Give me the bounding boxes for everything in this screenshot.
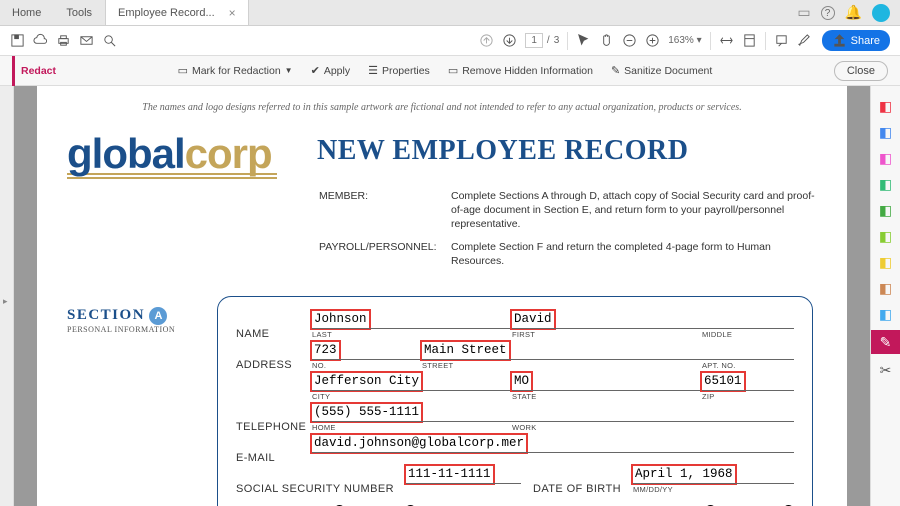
field-apt-no[interactable] bbox=[702, 342, 794, 359]
apply-button[interactable]: ✔Apply bbox=[311, 64, 350, 77]
search-icon[interactable] bbox=[102, 33, 117, 48]
page-down-icon[interactable] bbox=[502, 33, 517, 48]
cloud-icon[interactable] bbox=[33, 33, 48, 48]
highlight-icon[interactable] bbox=[797, 33, 812, 48]
page-sep: / bbox=[547, 35, 550, 46]
field-street-no[interactable]: 723 bbox=[312, 342, 339, 359]
sanitize-button[interactable]: ✎Sanitize Document bbox=[611, 64, 712, 77]
rp-export-pdf-icon[interactable]: ◧ bbox=[878, 98, 894, 114]
document-title: NEW EMPLOYEE RECORD bbox=[317, 135, 817, 167]
rp-compress-icon[interactable]: ◧ bbox=[878, 228, 894, 244]
section-a-heading: SECTION A PERSONAL INFORMATION bbox=[67, 306, 197, 506]
tab-home[interactable]: Home bbox=[0, 0, 54, 25]
left-panel-toggle[interactable] bbox=[0, 86, 14, 506]
tab-close-icon[interactable]: × bbox=[229, 6, 236, 20]
field-city[interactable]: Jefferson City bbox=[312, 373, 421, 390]
hand-icon[interactable] bbox=[599, 33, 614, 48]
main-toolbar: 1 / 3 163% ▾ Share bbox=[0, 26, 900, 56]
remove-hidden-button[interactable]: ▭Remove Hidden Information bbox=[448, 64, 593, 77]
label-address: ADDRESS bbox=[236, 359, 312, 371]
main-area: The names and logo designs referred to i… bbox=[0, 86, 900, 506]
save-icon[interactable] bbox=[10, 33, 25, 48]
redact-toolbar: Redact ▭Mark for Redaction ▼ ✔Apply ☰Pro… bbox=[0, 56, 900, 86]
document-viewport[interactable]: The names and logo designs referred to i… bbox=[14, 86, 870, 506]
share-icon bbox=[832, 33, 847, 48]
tab-document-label: Employee Record... bbox=[118, 7, 215, 19]
form-section-a: NAME Johnson LAST David FIRST bbox=[217, 296, 813, 506]
fit-width-icon[interactable] bbox=[719, 33, 734, 48]
field-tel-work[interactable] bbox=[512, 404, 794, 421]
rp-edit-pdf-icon[interactable]: ◧ bbox=[878, 150, 894, 166]
share-button[interactable]: Share bbox=[822, 30, 890, 51]
field-state[interactable]: MO bbox=[512, 373, 531, 390]
field-dob[interactable]: April 1, 1968 bbox=[633, 466, 735, 483]
rp-create-pdf-icon[interactable]: ◧ bbox=[878, 124, 894, 140]
print-icon[interactable] bbox=[56, 33, 71, 48]
share-label: Share bbox=[851, 35, 880, 47]
rp-comment-icon[interactable]: ◧ bbox=[878, 254, 894, 270]
label-name: NAME bbox=[236, 328, 312, 340]
redact-title: Redact bbox=[12, 56, 56, 86]
rp-combine-icon[interactable]: ◧ bbox=[878, 176, 894, 192]
instructions: MEMBER:Complete Sections A through D, at… bbox=[317, 187, 817, 276]
tab-document[interactable]: Employee Record... × bbox=[105, 0, 249, 25]
window-tab-bar: Home Tools Employee Record... × ▭ ? 🔔 bbox=[0, 0, 900, 26]
field-middle-name[interactable] bbox=[702, 311, 794, 328]
label-dob: DATE OF BIRTH bbox=[533, 483, 633, 495]
pointer-icon[interactable] bbox=[576, 33, 591, 48]
page-up-icon[interactable] bbox=[479, 33, 494, 48]
field-first-name[interactable]: David bbox=[512, 311, 554, 328]
rp-more-icon[interactable]: ✂ bbox=[878, 362, 894, 378]
field-ssn[interactable]: 111-11-1111 bbox=[406, 466, 493, 483]
note-icon[interactable] bbox=[774, 33, 789, 48]
field-street[interactable]: Main Street bbox=[422, 342, 509, 359]
rp-sign-icon[interactable]: ✎ bbox=[871, 330, 900, 354]
mail-icon[interactable] bbox=[79, 33, 94, 48]
label-email: E-MAIL bbox=[236, 452, 312, 464]
bell-icon[interactable]: 🔔 bbox=[845, 4, 862, 21]
avatar[interactable] bbox=[872, 4, 890, 22]
field-tel-home[interactable]: (555) 555-1111 bbox=[312, 404, 421, 421]
label-ssn: SOCIAL SECURITY NUMBER bbox=[236, 483, 406, 495]
page-indicator: 1 / 3 bbox=[525, 33, 559, 48]
redact-close-button[interactable]: Close bbox=[834, 61, 888, 81]
zoom-out-icon[interactable] bbox=[622, 33, 637, 48]
zoom-value[interactable]: 163% ▾ bbox=[668, 35, 701, 46]
page-total: 3 bbox=[554, 35, 560, 46]
page-current[interactable]: 1 bbox=[525, 33, 543, 48]
field-zip[interactable]: 65101 bbox=[702, 373, 744, 390]
label-telephone: TELEPHONE bbox=[236, 421, 312, 433]
comment-icon[interactable]: ▭ bbox=[797, 4, 810, 21]
field-last-name[interactable]: Johnson bbox=[312, 311, 369, 328]
properties-button[interactable]: ☰Properties bbox=[368, 64, 430, 77]
document-page: The names and logo designs referred to i… bbox=[37, 86, 847, 506]
mark-for-redaction-button[interactable]: ▭Mark for Redaction ▼ bbox=[178, 64, 293, 77]
tab-tools[interactable]: Tools bbox=[54, 0, 105, 25]
zoom-in-icon[interactable] bbox=[645, 33, 660, 48]
rp-fill-sign-icon[interactable]: ◧ bbox=[878, 280, 894, 296]
company-logo: globalcorp bbox=[67, 135, 277, 179]
disclaimer-text: The names and logo designs referred to i… bbox=[67, 102, 817, 113]
rp-organize-icon[interactable]: ◧ bbox=[878, 202, 894, 218]
help-icon[interactable]: ? bbox=[821, 6, 835, 20]
rp-protect-icon[interactable]: ◧ bbox=[878, 306, 894, 322]
right-tool-panel: ◧ ◧ ◧ ◧ ◧ ◧ ◧ ◧ ◧ ✎ ✂ bbox=[870, 86, 900, 506]
field-email[interactable]: david.johnson@globalcorp.mer bbox=[312, 435, 526, 452]
fit-page-icon[interactable] bbox=[742, 33, 757, 48]
